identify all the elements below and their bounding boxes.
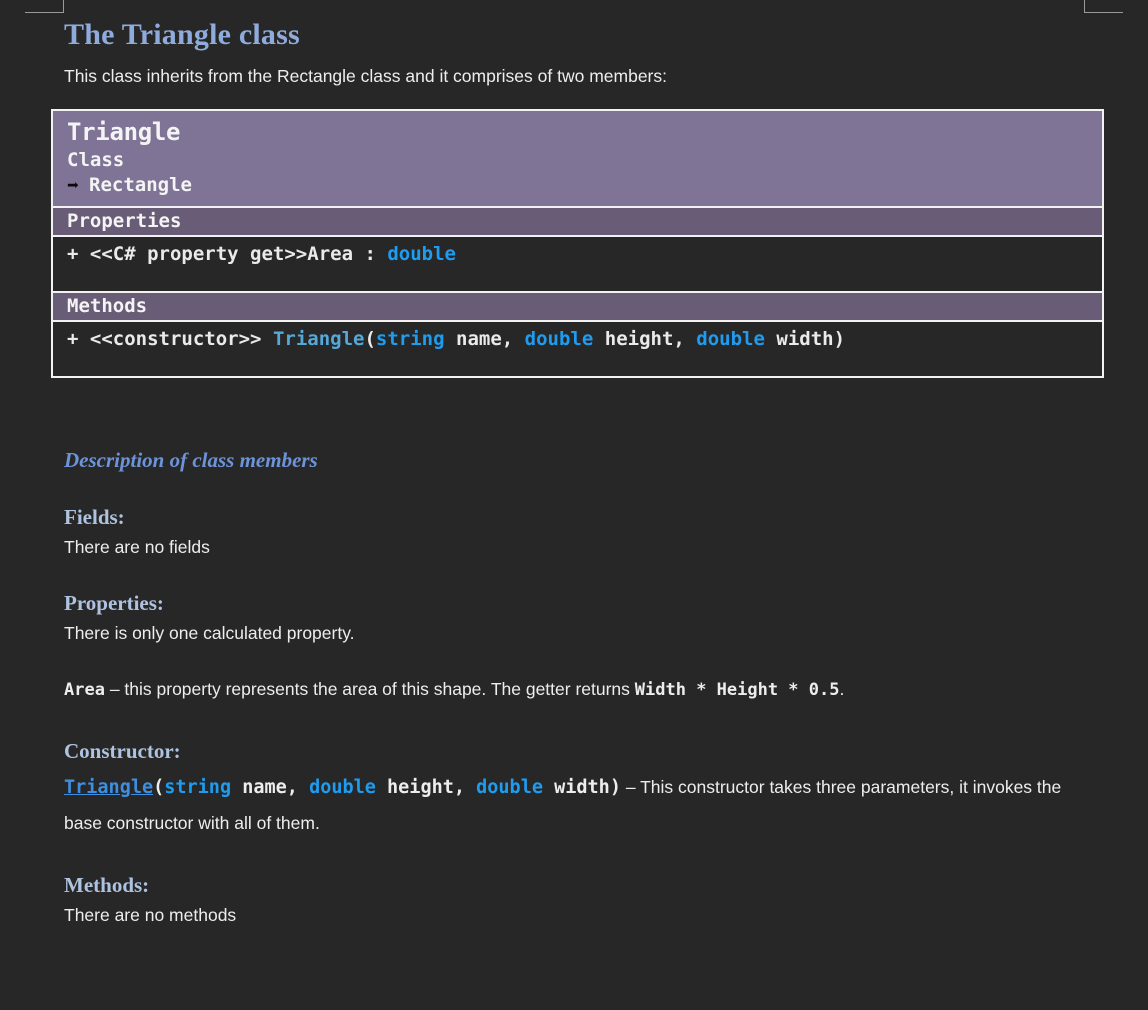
constructor-signature-link[interactable]: Triangle [64,777,153,798]
uml-method-name: Triangle [272,328,365,351]
uml-properties-list: + <<C# property get>>Area : double [53,237,1102,292]
ctor-param-type-1: double [309,777,376,799]
uml-class-box: Triangle Class ➡ Rectangle Properties + … [51,109,1104,379]
properties-text: There is only one calculated property. [64,622,355,643]
uml-param-name-1: height [604,328,674,351]
uml-method-open-paren: ( [364,328,376,351]
ctor-param-name-2: width [554,777,610,799]
uml-properties-band: Properties [53,206,1102,238]
page-title: The Triangle class [64,18,300,51]
uml-methods-list: + <<constructor>> Triangle(string name, … [53,322,1102,377]
ctor-param-type-0: string [164,777,232,799]
uml-methods-band: Methods [53,291,1102,323]
uml-param-type-1: double [524,328,594,351]
ctor-comma-1: , [453,777,477,799]
methods-text: There are no methods [64,904,237,925]
uml-param-type-0: string [375,328,445,351]
document-page: The Triangle class This class inherits f… [0,0,1148,926]
uml-method-stereotype: <<constructor>> [89,328,262,351]
area-period: . [839,679,845,700]
uml-property-name: Area [307,243,354,266]
page-corner-mark-top-left [25,0,64,13]
uml-parent-class-name: Rectangle [89,173,192,196]
fields-text: There are no fields [64,537,210,558]
uml-class-header: Triangle Class ➡ Rectangle [53,111,1102,207]
uml-param-name-2: width [776,328,834,351]
constructor-description-paragraph: Triangle(string name, double height, dou… [64,770,1064,840]
uml-property-stereotype: <<C# property get>> [89,243,308,266]
ctor-param-name-0: name [242,777,287,799]
ctor-comma-0: , [286,777,310,799]
uml-property-separator: : [353,243,388,266]
uml-property-type: double [387,243,456,266]
methods-label: Methods: [64,872,150,897]
uml-param-type-2: double [696,328,765,351]
area-description-paragraph: Area – this property represents the area… [64,672,1064,707]
uml-class-name: Triangle [67,118,181,146]
uml-inheritance-row: ➡ Rectangle [67,173,1088,199]
page-corner-mark-top-right [1084,0,1123,13]
ctor-open-paren: ( [153,777,165,799]
right-arrow-icon: ➡ [67,172,80,197]
ctor-close-paren: ) [609,777,621,799]
uml-class-stereotype: Class [67,148,125,171]
uml-param-name-0: name [456,328,502,351]
intro-paragraph: This class inherits from the Rectangle c… [64,66,667,86]
area-description-text: – this property represents the area of t… [104,679,635,700]
area-formula: Width * Height * 0.5 [634,680,840,701]
ctor-param-name-1: height [387,777,454,799]
description-heading: Description of class members [64,448,318,473]
properties-label: Properties: [64,590,164,615]
ctor-param-type-2: double [476,777,543,799]
constructor-label: Constructor: [64,739,181,764]
uml-param-comma-0: , [501,328,525,351]
uml-property-visibility: + [67,243,79,266]
uml-method-visibility: + [67,328,79,351]
uml-param-comma-1: , [673,328,697,351]
area-member-name: Area [64,680,105,701]
uml-method-close-paren: ) [833,328,846,351]
fields-label: Fields: [64,505,125,530]
